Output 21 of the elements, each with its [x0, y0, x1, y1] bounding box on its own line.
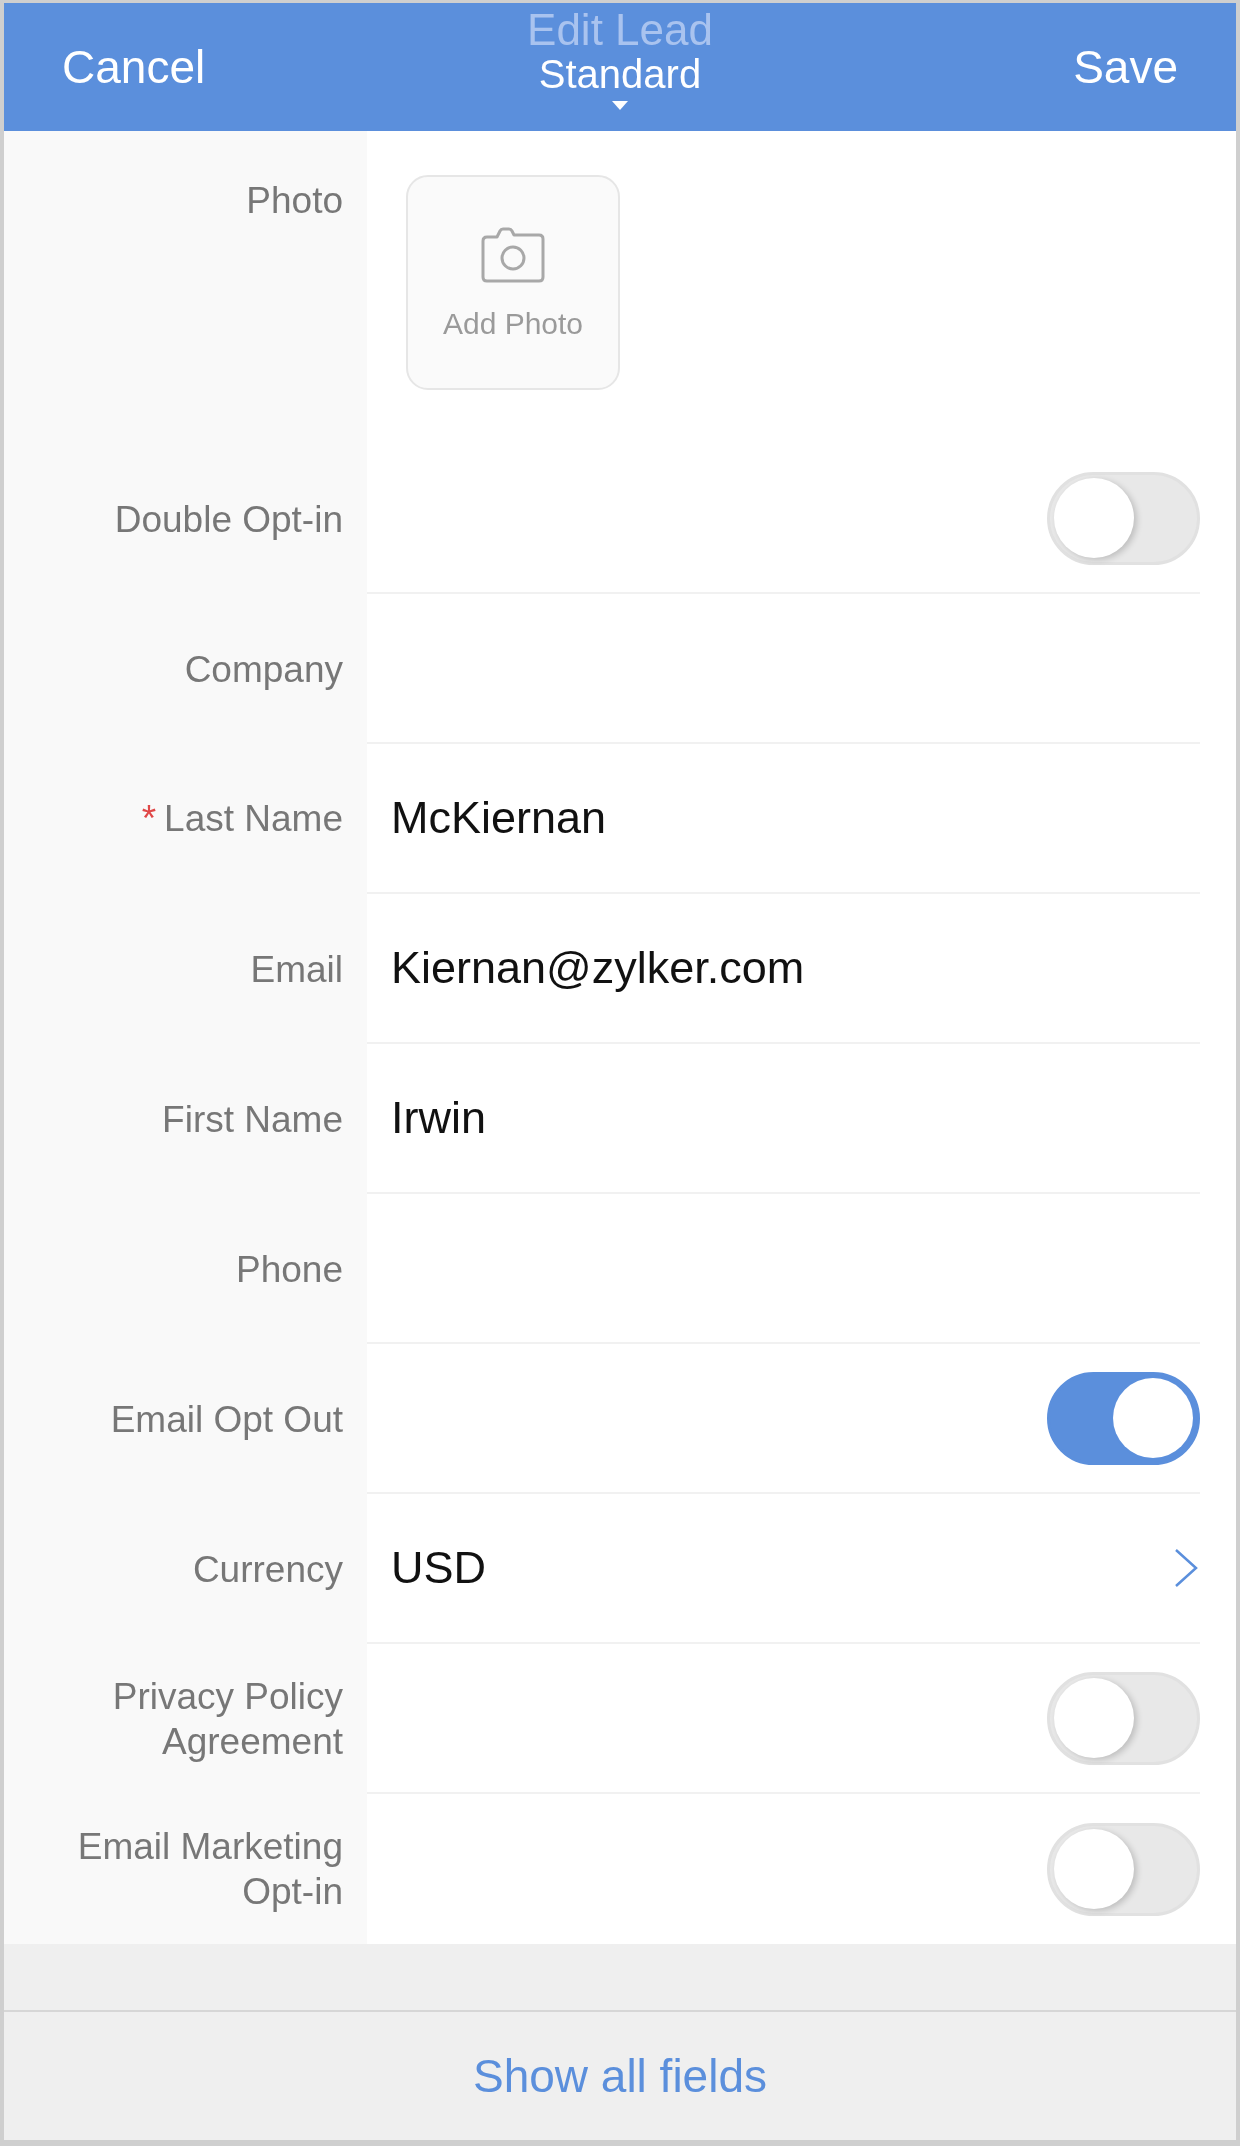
layout-selector[interactable]: Standard: [538, 52, 702, 96]
save-button[interactable]: Save: [1073, 32, 1178, 102]
screen-title: Edit Lead: [527, 8, 713, 52]
show-all-fields-button[interactable]: Show all fields: [4, 2012, 1236, 2140]
field-label: Privacy Policy Agreement: [111, 1675, 343, 1764]
caret-icon: [612, 101, 628, 110]
chevron-right-icon: [1174, 1549, 1198, 1587]
field-label: Double Opt-in: [114, 497, 343, 542]
required-mark: *: [141, 797, 157, 842]
add-photo-button[interactable]: Add Photo: [406, 175, 620, 390]
cancel-button[interactable]: Cancel: [62, 32, 206, 102]
field-label: Email Opt Out: [110, 1397, 343, 1442]
camera-icon: [481, 227, 545, 283]
field-label: Currency: [192, 1547, 343, 1592]
field-label: First Name: [162, 1097, 343, 1142]
field-label: Company: [184, 647, 343, 692]
field-label: Phone: [236, 1247, 343, 1292]
field-label: Photo: [246, 179, 343, 223]
field-label: Email Marketing Opt-in: [76, 1825, 343, 1914]
field-label: Email: [250, 947, 343, 992]
field-label: Last Name: [164, 797, 343, 842]
